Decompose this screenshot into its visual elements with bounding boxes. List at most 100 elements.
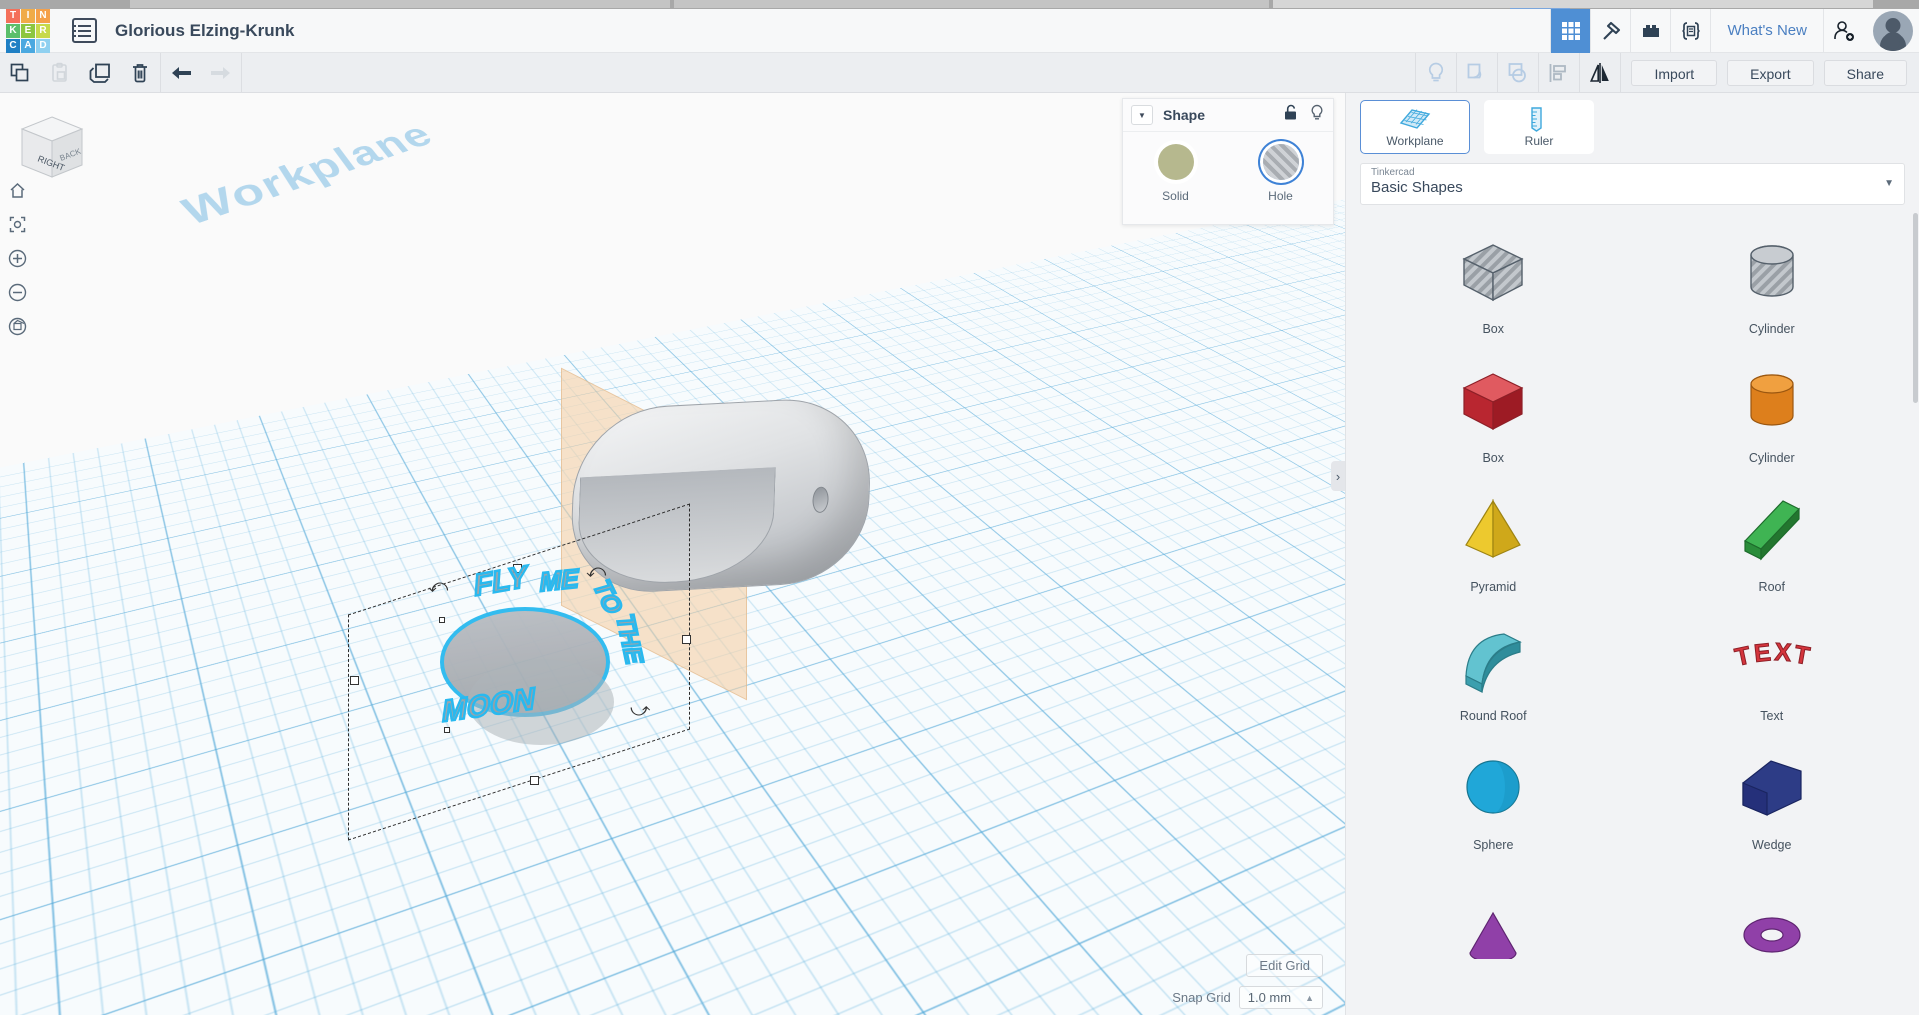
shape-label: Box: [1482, 322, 1504, 336]
lightbulb-icon[interactable]: [1309, 104, 1325, 127]
sidebar-tool-label: Workplane: [1386, 134, 1443, 148]
shapes-sidebar: Workplane Ruler Tinkercad Basic Shapes ▼: [1345, 93, 1919, 1015]
browser-tab[interactable]: Fly me to the moon | Love SVG.com: [674, 0, 1269, 8]
shape-item-cylinder[interactable]: Cylinder: [1635, 346, 1910, 471]
disc-top-face: [468, 659, 614, 745]
shape-item-text[interactable]: T E X T Text: [1635, 604, 1910, 729]
shape-item-box-hole[interactable]: Box: [1356, 217, 1631, 342]
code-braces-icon[interactable]: [1670, 9, 1710, 53]
edit-grid-button[interactable]: Edit Grid: [1246, 954, 1323, 977]
shape-label: Round Roof: [1460, 709, 1527, 723]
logo-letter: R: [36, 24, 50, 38]
shape-label: Pyramid: [1470, 580, 1516, 594]
logo-letter: K: [6, 24, 20, 38]
svg-text:T: T: [1792, 640, 1812, 670]
shape-item-wedge[interactable]: Wedge: [1635, 733, 1910, 858]
chevron-up-icon: ▲: [1305, 993, 1314, 1003]
shape-item-torus[interactable]: [1635, 862, 1910, 987]
sphere-icon: [1452, 750, 1534, 832]
viewport-3d-canvas[interactable]: Workplane RIGHT BACK ⤺ ⤺ ⤻ FLY ME TO THE…: [0, 93, 1345, 1015]
redo-button: [201, 53, 241, 93]
codeblocks-hammer-icon[interactable]: [1590, 9, 1630, 53]
shape-library-select[interactable]: Tinkercad Basic Shapes ▼: [1360, 163, 1905, 205]
shape-option-solid[interactable]: Solid: [1158, 144, 1194, 203]
app-header-bar: T I N K E R C A D Glorious Elzing-Krunk: [0, 9, 1919, 53]
browser-tab[interactable]: Instructable Editor: [130, 0, 670, 8]
box-icon: [1452, 363, 1534, 445]
hole-swatch: [1263, 144, 1299, 180]
shape-properties-panel: ▼ Shape Solid Hole: [1122, 98, 1334, 225]
duplicate-button[interactable]: [80, 53, 120, 93]
logo-letter: E: [21, 24, 35, 38]
toolbar-right-group: Import Export Share: [1415, 53, 1919, 93]
zoom-out-icon[interactable]: [5, 280, 29, 304]
lightbulb-icon[interactable]: [1416, 53, 1456, 93]
undo-button[interactable]: [161, 53, 201, 93]
appbar-right-group: What's New: [1550, 9, 1919, 53]
copy-button[interactable]: [0, 53, 40, 93]
cylinder-hole-icon: [1731, 234, 1813, 316]
chevron-right-icon[interactable]: ›: [1331, 461, 1345, 491]
workplane-watermark-text: Workplane: [175, 115, 443, 235]
shape-panel-options: Solid Hole: [1123, 132, 1333, 203]
whats-new-link[interactable]: What's New: [1710, 9, 1823, 53]
shape-item-sphere[interactable]: Sphere: [1356, 733, 1631, 858]
shape-item-cone[interactable]: [1356, 862, 1631, 987]
group-shapes-icon[interactable]: [1457, 53, 1497, 93]
grid-apps-icon[interactable]: [1550, 9, 1590, 53]
pyramid-icon: [1452, 492, 1534, 574]
export-button[interactable]: Export: [1727, 60, 1813, 86]
snap-grid-label: Snap Grid: [1172, 990, 1231, 1005]
shape-item-pyramid[interactable]: Pyramid: [1356, 475, 1631, 600]
roof-icon: [1731, 492, 1813, 574]
selected-shape-group[interactable]: FLY ME TO THE MOON: [428, 563, 650, 743]
shape-panel-header: ▼ Shape: [1123, 99, 1333, 132]
chevron-down-icon[interactable]: ▼: [1131, 105, 1153, 125]
library-provider: Tinkercad: [1371, 167, 1894, 178]
resize-handle[interactable]: [350, 676, 359, 685]
sidebar-tool-workplane[interactable]: Workplane: [1360, 100, 1470, 154]
fit-view-icon[interactable]: [5, 212, 29, 236]
chevron-down-icon: ▼: [1884, 178, 1894, 189]
home-view-icon[interactable]: [5, 178, 29, 202]
resize-handle[interactable]: [530, 776, 539, 785]
shape-label: Cylinder: [1749, 451, 1795, 465]
cylinder-icon: [1731, 363, 1813, 445]
sidebar-scrollbar[interactable]: [1913, 213, 1918, 403]
ortho-perspective-icon[interactable]: [5, 314, 29, 338]
logo-letter: A: [21, 39, 35, 53]
shape-item-cylinder-hole[interactable]: Cylinder: [1635, 217, 1910, 342]
share-button[interactable]: Share: [1824, 60, 1907, 86]
shape-item-roof[interactable]: Roof: [1635, 475, 1910, 600]
ungroup-shapes-icon[interactable]: [1498, 53, 1538, 93]
tinkercad-logo[interactable]: T I N K E R C A D: [6, 9, 50, 53]
import-button[interactable]: Import: [1631, 60, 1717, 86]
sidebar-tool-row: Workplane Ruler: [1346, 93, 1919, 155]
wedge-icon: [1731, 750, 1813, 832]
unlock-icon[interactable]: [1283, 104, 1299, 127]
shape-item-round-roof[interactable]: Round Roof: [1356, 604, 1631, 729]
shape-option-hole[interactable]: Hole: [1263, 144, 1299, 203]
add-person-icon[interactable]: [1823, 9, 1863, 53]
user-avatar[interactable]: [1873, 11, 1913, 51]
hole-label: Hole: [1263, 189, 1299, 203]
blocks-brick-icon[interactable]: [1630, 9, 1670, 53]
browser-tab-active[interactable]: 3D design Glorious Elzing-Krunk | Tinker…: [1273, 0, 1873, 8]
list-menu-icon[interactable]: [72, 18, 97, 43]
snap-grid-select[interactable]: 1.0 mm ▲: [1239, 986, 1323, 1009]
shapes-grid: Box Cylinder Box Cylinder Pyramid Roof R…: [1346, 217, 1919, 987]
align-icon[interactable]: [1539, 53, 1579, 93]
delete-button[interactable]: [120, 53, 160, 93]
text-shape-icon: T E X T: [1729, 621, 1815, 703]
box-hole-icon: [1452, 234, 1534, 316]
mirror-flip-icon[interactable]: [1580, 53, 1620, 93]
resize-handle[interactable]: [682, 635, 691, 644]
sidebar-tool-ruler[interactable]: Ruler: [1484, 100, 1594, 154]
torus-icon: [1731, 893, 1813, 975]
paste-button: [40, 53, 80, 93]
shape-item-box[interactable]: Box: [1356, 346, 1631, 471]
snap-grid-value: 1.0 mm: [1248, 990, 1291, 1005]
page-title: Glorious Elzing-Krunk: [115, 21, 294, 41]
zoom-in-icon[interactable]: [5, 246, 29, 270]
snap-grid-control: Snap Grid 1.0 mm ▲: [1172, 986, 1323, 1009]
